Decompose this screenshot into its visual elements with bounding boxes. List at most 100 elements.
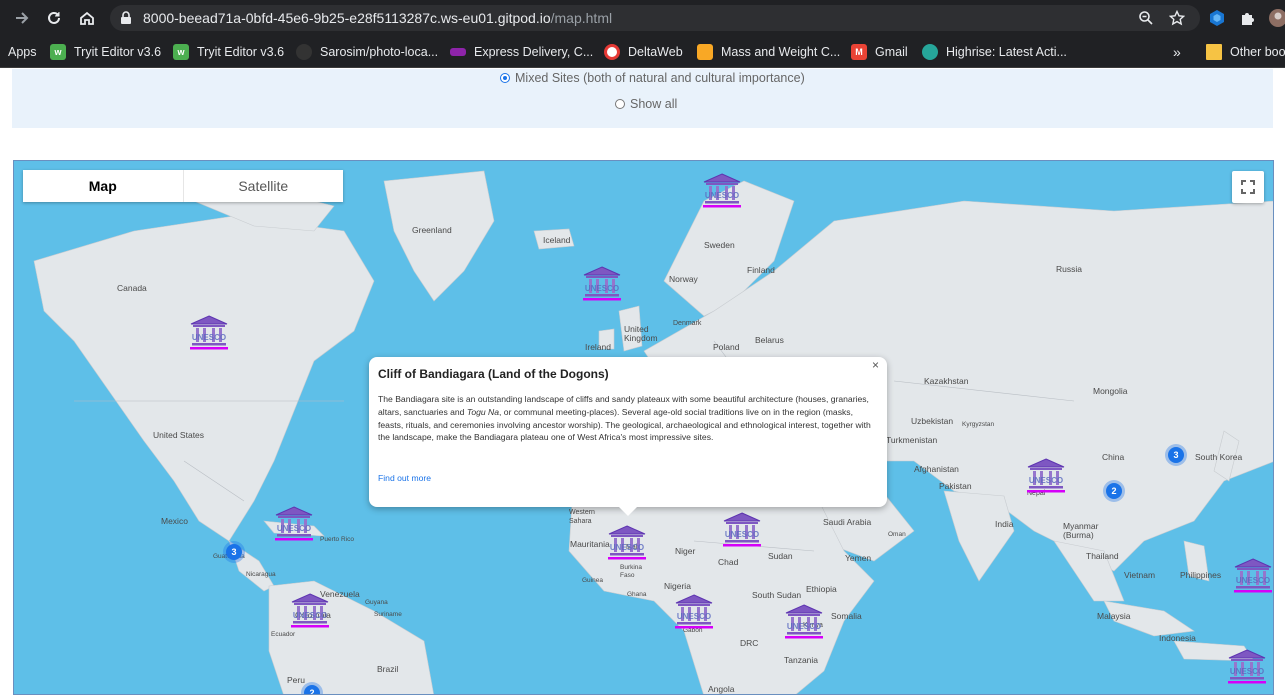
bookmark-label: Tryit Editor v3.6 bbox=[74, 45, 162, 59]
bookmark-mass-weight[interactable]: GmailMass and Weight C... bbox=[697, 36, 840, 68]
svg-text:UNESCO: UNESCO bbox=[705, 191, 739, 200]
bookmark-apps[interactable]: Apps bbox=[8, 36, 37, 68]
unesco-marker[interactable]: UNESCO bbox=[1025, 456, 1067, 496]
label-somalia: Somalia bbox=[831, 611, 862, 621]
home-icon[interactable] bbox=[76, 7, 98, 29]
bookmarks-overflow-button[interactable]: » bbox=[1173, 36, 1181, 68]
label-uzbekistan: Uzbekistan bbox=[911, 416, 954, 426]
radio-checked-icon[interactable] bbox=[500, 73, 510, 83]
extension-cube-icon[interactable] bbox=[1207, 8, 1227, 28]
w3schools-icon: w bbox=[173, 44, 189, 60]
profile-avatar[interactable] bbox=[1268, 8, 1285, 28]
bookmark-tryit-2[interactable]: w Tryit Editor v3.6 bbox=[173, 36, 284, 68]
svg-text:UNESCO: UNESCO bbox=[192, 333, 226, 342]
bookmark-highrise[interactable]: Highrise: Latest Acti... bbox=[922, 36, 1067, 68]
forward-icon[interactable] bbox=[11, 7, 33, 29]
label-ireland: Ireland bbox=[585, 342, 611, 352]
label-oman: Oman bbox=[888, 531, 906, 538]
label-russia: Russia bbox=[1056, 264, 1082, 274]
svg-text:UNESCO: UNESCO bbox=[585, 284, 619, 293]
label-kyrgyzstan: Kyrgyzstan bbox=[962, 421, 995, 428]
bookmark-express[interactable]: Express Delivery, C... bbox=[450, 36, 593, 68]
unesco-marker[interactable]: UNESCO bbox=[289, 591, 331, 631]
find-out-more-link[interactable]: Find out more bbox=[378, 473, 431, 483]
info-window: Cliff of Bandiagara (Land of the Dogons)… bbox=[369, 357, 887, 516]
star-icon[interactable] bbox=[1167, 8, 1187, 28]
extensions-puzzle-icon[interactable] bbox=[1238, 8, 1258, 28]
label-brazil: Brazil bbox=[377, 664, 399, 674]
marker-cluster[interactable]: 2 bbox=[1103, 480, 1125, 502]
cluster-count: 3 bbox=[226, 544, 242, 560]
bookmark-label: Apps bbox=[8, 45, 37, 59]
label-saudi-arabia: Saudi Arabia bbox=[823, 517, 872, 527]
close-icon[interactable]: × bbox=[872, 358, 879, 372]
cluster-count: 3 bbox=[1168, 447, 1184, 463]
label-united-states: United States bbox=[153, 430, 205, 440]
label-ecuador: Ecuador bbox=[271, 631, 296, 638]
label-belarus: Belarus bbox=[755, 335, 784, 345]
unesco-marker[interactable]: UNESCO bbox=[783, 602, 825, 642]
bookmark-other[interactable]: Other bookmarks bbox=[1206, 36, 1285, 68]
info-window-body: The Bandiagara site is an outstanding la… bbox=[378, 393, 878, 444]
bookmark-tryit-1[interactable]: w Tryit Editor v3.6 bbox=[50, 36, 161, 68]
bookmark-gmail[interactable]: M Gmail bbox=[851, 36, 908, 68]
label-pakistan: Pakistan bbox=[939, 481, 972, 491]
marker-cluster[interactable]: 3 bbox=[223, 541, 245, 563]
fullscreen-button[interactable] bbox=[1232, 171, 1264, 203]
unesco-marker[interactable]: UNESCO bbox=[273, 504, 315, 544]
label-peru: Peru bbox=[287, 675, 305, 685]
unesco-marker[interactable]: UNESCO bbox=[581, 264, 623, 304]
marker-cluster[interactable]: 3 bbox=[1165, 444, 1187, 466]
radio-unchecked-icon[interactable] bbox=[615, 99, 625, 109]
browser-toolbar: 8000-beead71a-0bfd-45e6-9b25-e28f5113287… bbox=[0, 0, 1285, 36]
radio-show-all[interactable]: Show all bbox=[615, 96, 677, 112]
bookmark-github[interactable]: Sarosim/photo-loca... bbox=[296, 36, 438, 68]
bookmark-label: Express Delivery, C... bbox=[474, 45, 594, 59]
svg-text:UNESCO: UNESCO bbox=[610, 543, 644, 552]
bookmark-label: Mass and Weight C... bbox=[721, 45, 841, 59]
label-burkina-faso: Burkina Faso bbox=[620, 564, 643, 579]
label-yemen: Yemen bbox=[845, 553, 872, 563]
map-type-satellite-button[interactable]: Satellite bbox=[184, 170, 344, 202]
gmail-icon: M bbox=[851, 44, 867, 60]
label-thailand: Thailand bbox=[1086, 551, 1119, 561]
unesco-marker[interactable]: UNESCO bbox=[606, 523, 648, 563]
svg-text:UNESCO: UNESCO bbox=[1236, 576, 1270, 585]
svg-text:UNESCO: UNESCO bbox=[277, 524, 311, 533]
unesco-marker[interactable]: UNESCO bbox=[1232, 556, 1273, 596]
unesco-marker[interactable]: UNESCO bbox=[721, 510, 763, 550]
label-china: China bbox=[1102, 452, 1125, 462]
label-myanmar: Myanmar (Burma) bbox=[1063, 521, 1099, 540]
overflow-label: » bbox=[1173, 44, 1181, 60]
url-path: /map.html bbox=[550, 10, 613, 26]
url-text[interactable]: 8000-beead71a-0bfd-45e6-9b25-e28f5113287… bbox=[143, 10, 612, 26]
unesco-marker[interactable]: UNESCO bbox=[673, 592, 715, 632]
unesco-marker[interactable]: UNESCO bbox=[701, 171, 743, 211]
svg-text:UNESCO: UNESCO bbox=[725, 530, 759, 539]
zoom-icon[interactable] bbox=[1136, 8, 1156, 28]
label-poland: Poland bbox=[713, 342, 740, 352]
label-canada: Canada bbox=[117, 283, 147, 293]
bookmark-deltaweb[interactable]: DeltaWeb bbox=[604, 36, 683, 68]
unesco-marker[interactable]: UNESCO bbox=[188, 313, 230, 353]
svg-text:UNESCO: UNESCO bbox=[1029, 476, 1063, 485]
cluster-count: 2 bbox=[304, 685, 320, 694]
reload-icon[interactable] bbox=[43, 7, 65, 29]
bookmark-label: Tryit Editor v3.6 bbox=[197, 45, 285, 59]
radio-mixed-sites[interactable]: Mixed Sites (both of natural and cultura… bbox=[500, 70, 805, 86]
label-nigeria: Nigeria bbox=[664, 581, 691, 591]
map-type-map-button[interactable]: Map bbox=[23, 170, 184, 202]
label-afghanistan: Afghanistan bbox=[914, 464, 959, 474]
mass-weight-icon bbox=[697, 44, 713, 60]
label-malaysia: Malaysia bbox=[1097, 611, 1131, 621]
label-mauritania: Mauritania bbox=[570, 539, 610, 549]
label-drc: DRC bbox=[740, 638, 759, 648]
label-ghana: Ghana bbox=[627, 591, 647, 598]
world-map[interactable]: Map Satellite Greenland Iceland Sweden F… bbox=[13, 160, 1274, 695]
radio-label: Mixed Sites (both of natural and cultura… bbox=[515, 71, 805, 85]
lock-icon[interactable] bbox=[115, 7, 137, 29]
folder-icon bbox=[1206, 44, 1222, 60]
w3schools-icon: w bbox=[50, 44, 66, 60]
github-icon bbox=[296, 44, 312, 60]
unesco-marker[interactable]: UNESCO bbox=[1226, 647, 1268, 687]
